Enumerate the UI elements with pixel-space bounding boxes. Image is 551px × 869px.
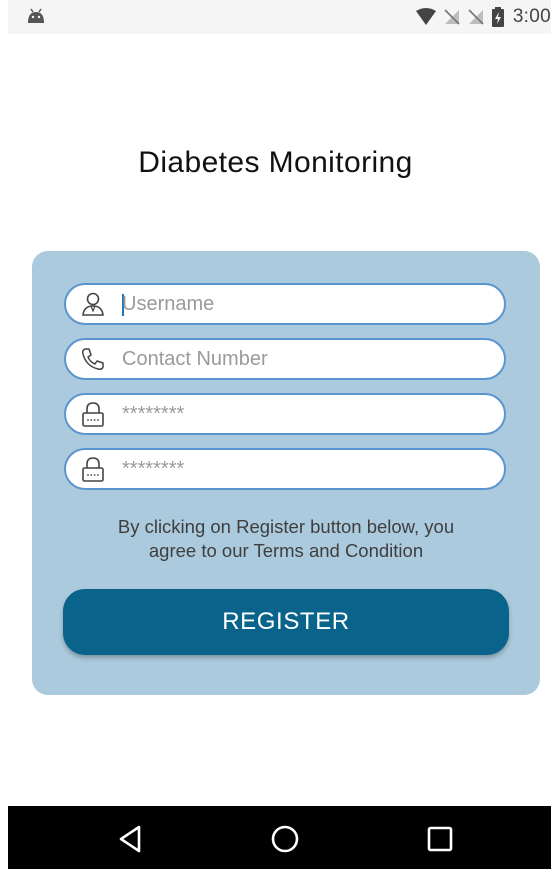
contact-number-input[interactable] [122, 344, 492, 374]
battery-charging-icon [491, 7, 504, 27]
phone-icon [82, 348, 104, 370]
wifi-icon [415, 8, 436, 25]
terms-line-2: agree to our Terms and Condition [148, 540, 424, 561]
lock-icon [82, 402, 104, 427]
status-icons: 3:00 [415, 6, 551, 28]
no-sim-icon [444, 9, 460, 25]
password-field[interactable] [64, 393, 506, 435]
register-card: By clicking on Register button below, yo… [32, 251, 540, 695]
recents-icon[interactable] [423, 822, 457, 856]
terms-line-1: By clicking on Register button below, yo… [117, 516, 455, 537]
register-button[interactable]: REGISTER [63, 589, 509, 655]
confirm-password-input[interactable] [122, 454, 492, 484]
back-icon[interactable] [114, 822, 148, 856]
username-input[interactable] [122, 289, 492, 319]
password-input[interactable] [122, 399, 492, 429]
status-time: 3:00 [512, 6, 551, 27]
app-title: Diabetes Monitoring [138, 146, 413, 179]
contact-number-field[interactable] [64, 338, 506, 380]
lock-icon [82, 457, 104, 482]
status-bar: 3:00 [8, 0, 551, 34]
username-field[interactable] [64, 283, 506, 325]
confirm-password-field[interactable] [64, 448, 506, 490]
home-icon[interactable] [268, 822, 302, 856]
terms-text: By clicking on Register button below, yo… [32, 515, 540, 563]
android-icon [28, 8, 44, 23]
navigation-bar [8, 806, 551, 869]
no-sim-icon [468, 9, 484, 25]
user-icon [82, 292, 104, 316]
